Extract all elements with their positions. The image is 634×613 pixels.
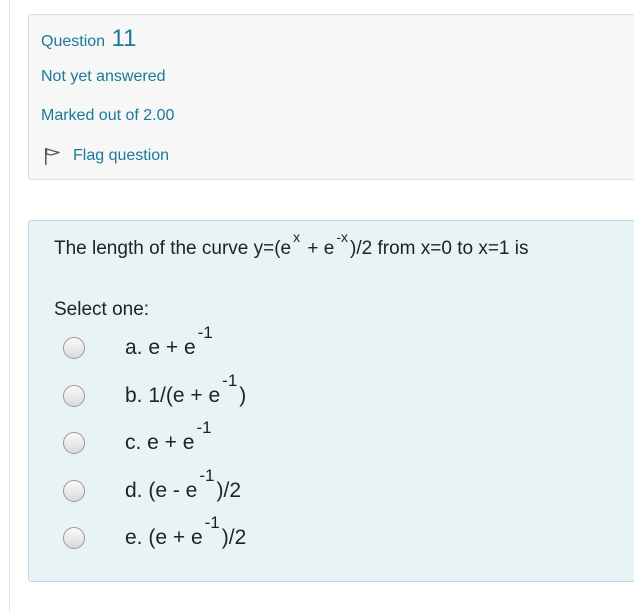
flag-icon: [45, 148, 60, 165]
question-text: The length of the curve y=(ex + e-x)/2 f…: [54, 230, 529, 259]
answer-option-c[interactable]: c. e + e -1: [63, 418, 214, 455]
question-info-panel: Question 11 Not yet answered Marked out …: [28, 14, 634, 180]
quiz-page: Question 11 Not yet answered Marked out …: [0, 0, 634, 613]
answer-text-e: e. (e + e: [125, 526, 203, 549]
radio-button-c[interactable]: [63, 432, 85, 454]
answer-label-a: a. e + e -1: [125, 323, 215, 360]
answer-label-e: e. (e + e -1)/2: [125, 513, 247, 550]
question-exponent-1: x: [293, 229, 301, 245]
answer-suffix-e: )/2: [221, 526, 247, 549]
left-divider: [9, 0, 10, 613]
question-exponent-2: -x: [336, 229, 349, 245]
answer-suffix-b: ): [239, 384, 247, 407]
answer-exponent-e: -1: [204, 513, 220, 532]
flag-question-label: Flag question: [73, 147, 170, 164]
question-panel: The length of the curve y=(ex + e-x)/2 f…: [28, 220, 634, 582]
answer-exponent-a: -1: [197, 323, 213, 342]
flag-question-link[interactable]: Flag question: [41, 145, 169, 167]
radio-button-a[interactable]: [63, 337, 85, 359]
question-text-part1: The length of the curve y=(e: [54, 238, 292, 259]
answer-text-c: c. e + e: [125, 431, 195, 454]
answer-option-a[interactable]: a. e + e -1: [63, 323, 215, 360]
radio-button-e[interactable]: [63, 527, 85, 549]
answer-label-c: c. e + e -1: [125, 418, 214, 455]
answer-option-b[interactable]: b. 1/(e + e -1): [63, 371, 247, 408]
radio-button-b[interactable]: [63, 385, 85, 407]
question-grade: Marked out of 2.00: [41, 107, 175, 124]
answer-exponent-d: -1: [199, 466, 215, 485]
answer-option-e[interactable]: e. (e + e -1)/2: [63, 513, 247, 550]
answer-option-d[interactable]: d. (e - e -1)/2: [63, 466, 242, 503]
answer-text-a: a. e + e: [125, 336, 196, 359]
radio-button-d[interactable]: [63, 480, 85, 502]
answer-exponent-b: -1: [222, 371, 238, 390]
question-number: Question 11: [41, 25, 136, 53]
question-label: Question: [41, 33, 106, 50]
question-state: Not yet answered: [41, 68, 166, 85]
question-number-value: 11: [111, 25, 137, 52]
answer-label-d: d. (e - e -1)/2: [125, 466, 242, 503]
select-one-prompt: Select one:: [54, 299, 150, 320]
answer-text-d: d. (e - e: [125, 479, 198, 502]
answer-exponent-c: -1: [196, 418, 212, 437]
answer-text-b: b. 1/(e + e: [125, 384, 221, 407]
question-text-part3: )/2 from x=0 to x=1 is: [350, 238, 529, 259]
question-text-part2: + e: [302, 238, 335, 259]
answer-suffix-d: )/2: [216, 479, 242, 502]
answer-label-b: b. 1/(e + e -1): [125, 371, 247, 408]
